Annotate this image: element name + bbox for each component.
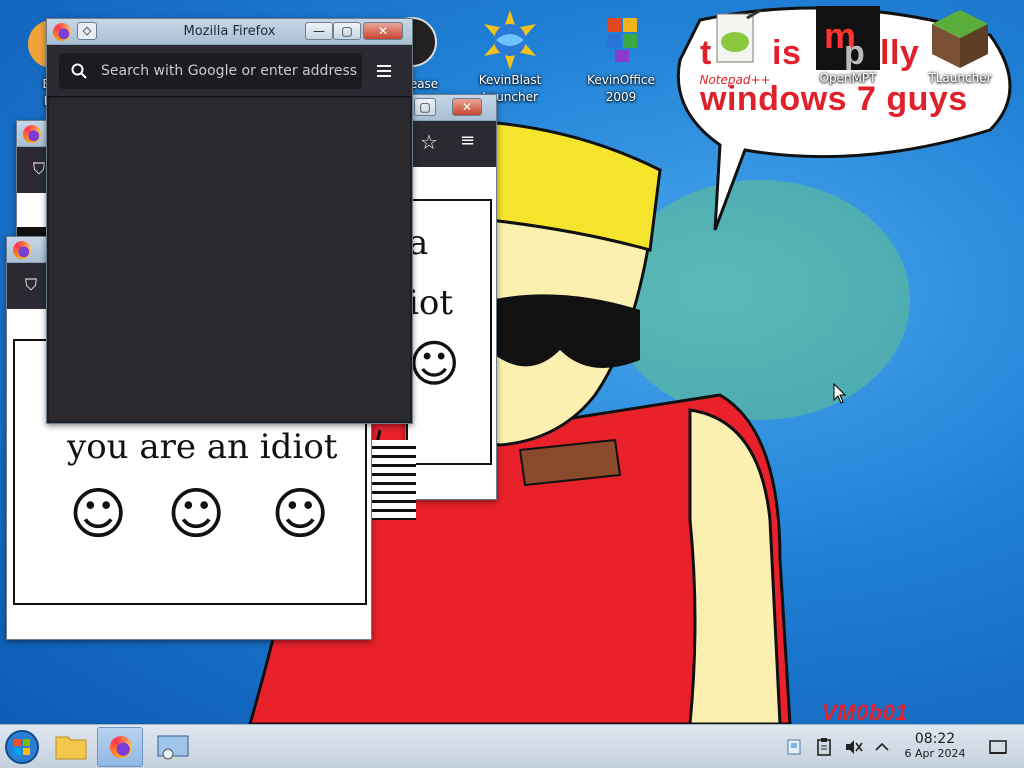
firefox-logo-icon (13, 241, 31, 259)
taskbar (0, 724, 1024, 768)
page-content: a iot ☺ (406, 199, 492, 465)
shield-icon[interactable]: ⛉ (33, 159, 45, 179)
chevron-up-icon[interactable] (872, 737, 892, 757)
desktop-icon-label2: 2009 (605, 90, 637, 104)
firefox-window-back-right[interactable]: ▢ ✕ ☆ ≡ a iot ☺ (405, 94, 497, 500)
monitor-icon (157, 735, 189, 760)
desktop-icon-label: KevinOffice (587, 73, 655, 87)
url-input[interactable] (101, 53, 359, 89)
window-titlebar[interactable]: ◇ Mozilla Firefox — ▢ ✕ (47, 19, 412, 45)
grass-block-icon (932, 10, 988, 68)
svg-text:p: p (844, 34, 865, 70)
taskbar-file-manager[interactable] (48, 727, 94, 767)
idiot-message: you are an idiot (67, 427, 338, 467)
openmpt-icon: m p (816, 6, 880, 70)
volume-muted-icon[interactable] (844, 737, 864, 757)
taskbar-system-monitor[interactable] (150, 727, 196, 767)
start-button[interactable] (0, 727, 46, 767)
clock-time[interactable]: 08:22 (895, 731, 975, 747)
minimize-button[interactable]: — (305, 22, 333, 40)
desktop-icon-openmpt[interactable]: m p OpenMPT (806, 6, 890, 87)
browser-toolbar: ☆ ≡ (406, 121, 496, 167)
globe-icon (484, 10, 536, 70)
bookmark-star-icon[interactable]: ☆ (420, 130, 438, 154)
notepad-icon (716, 8, 762, 63)
maximize-button[interactable]: ▢ (333, 22, 361, 40)
smiley-face-icon: ☺ (69, 482, 128, 547)
url-bar[interactable] (59, 53, 362, 89)
desktop-icon-label: Notepad++ (699, 73, 771, 87)
desktop-icon-label: KevinBlast (478, 73, 542, 87)
partial-page-text: iot (408, 283, 454, 323)
close-button[interactable]: ✕ (363, 22, 403, 40)
page-content-area[interactable] (49, 98, 410, 421)
menu-icon[interactable]: ≡ (460, 130, 475, 151)
desktop-icon-kevinoffice[interactable]: KevinOffice 2009 (579, 8, 663, 106)
hamburger-menu-icon[interactable] (377, 64, 391, 78)
desktop-icon-notepadpp[interactable]: Notepad++ (693, 8, 777, 89)
window-titlebar[interactable]: ▢ ✕ (406, 95, 496, 121)
taskbar-firefox[interactable] (97, 727, 143, 767)
browser-toolbar (47, 45, 412, 97)
desktop-icon-label: OpenMPT (819, 71, 877, 85)
folder-icon (55, 736, 87, 760)
desktop-icon-tlauncher[interactable]: TLauncher (918, 6, 1002, 87)
smiley-face-icon: ☺ (408, 335, 461, 393)
overlapping-window-edge (372, 440, 416, 520)
clipboard-icon[interactable] (814, 737, 834, 757)
search-icon (71, 63, 87, 79)
shield-icon[interactable]: ⛉ (25, 275, 37, 295)
firefox-window-main[interactable]: ◇ Mozilla Firefox — ▢ ✕ (46, 18, 413, 424)
clock-date[interactable]: 6 Apr 2024 (895, 747, 975, 760)
firefox-logo-icon (23, 125, 41, 143)
maximize-button[interactable]: ▢ (414, 98, 436, 116)
network-icon[interactable] (784, 737, 804, 757)
start-orb-icon (5, 730, 39, 764)
office-icon (607, 18, 637, 62)
smiley-face-icon: ☺ (271, 482, 330, 547)
firefox-logo-icon (110, 736, 132, 758)
show-desktop-icon[interactable] (988, 737, 1008, 757)
smiley-face-icon: ☺ (167, 482, 226, 547)
mouse-cursor-icon (833, 383, 847, 404)
close-button[interactable]: ✕ (452, 98, 482, 116)
desktop-icon-label: TLauncher (928, 71, 992, 85)
desktop-icon-kevinblast[interactable]: KevinBlast Launcher (468, 8, 552, 106)
wallpaper-signature: VM0b01 (822, 700, 909, 724)
